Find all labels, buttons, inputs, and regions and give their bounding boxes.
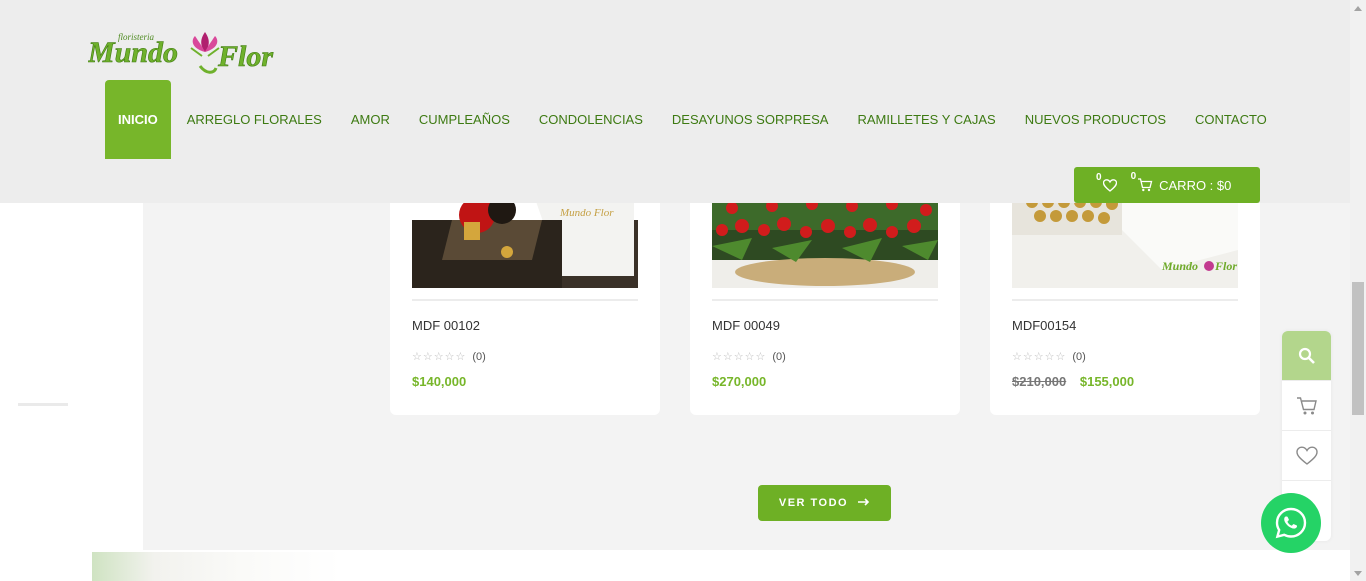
floating-wishlist-button[interactable]	[1282, 430, 1331, 480]
nav-amor[interactable]: AMOR	[338, 80, 403, 159]
product-price: $140,000	[412, 374, 466, 389]
divider	[1012, 299, 1238, 301]
product-rating: ☆☆☆☆☆ (0)	[1012, 350, 1086, 364]
whatsapp-button[interactable]	[1261, 493, 1321, 553]
cart-count: 0	[1130, 170, 1137, 182]
nav-desayunos-sorpresa[interactable]: DESAYUNOS SORPRESA	[659, 80, 842, 159]
divider	[18, 403, 68, 406]
cart-bar: 0 0 CARRO : $0	[1074, 167, 1260, 203]
cart-icon	[1138, 177, 1153, 191]
old-price: $210,000	[1012, 374, 1067, 389]
review-count: (0)	[472, 350, 486, 363]
product-title[interactable]: MDF 00102	[412, 318, 480, 333]
svg-text:Mundo: Mundo	[1161, 259, 1198, 273]
main-nav: INICIO ARREGLO FLORALES AMOR CUMPLEAÑOS …	[105, 80, 1283, 159]
nav-condolencias[interactable]: CONDOLENCIAS	[526, 80, 656, 159]
heart-icon	[1295, 445, 1318, 465]
cart-icon	[1296, 396, 1317, 414]
wishlist-link[interactable]: 0	[1096, 172, 1117, 192]
page: Mundo Flor MDF 00102 ☆☆☆☆☆ (0) $140,000	[0, 0, 1350, 581]
current-price: $270,000	[712, 374, 767, 389]
review-count: (0)	[1072, 350, 1086, 363]
nav-ramilletes-y-cajas[interactable]: RAMILLETES Y CAJAS	[844, 80, 1008, 159]
view-all-label: VER TODO	[778, 497, 849, 509]
scrollbar[interactable]	[1350, 0, 1366, 581]
svg-text:Flor: Flor	[1214, 259, 1237, 273]
whatsapp-icon	[1275, 507, 1307, 539]
product-image[interactable]	[712, 190, 938, 288]
divider	[412, 299, 638, 301]
product-price: $210,000 $155,000	[1012, 374, 1134, 389]
nav-inicio[interactable]: INICIO	[105, 80, 171, 159]
product-price: $270,000	[712, 374, 766, 389]
rating-stars-icon: ☆☆☆☆☆	[1012, 351, 1067, 363]
product-rating: ☆☆☆☆☆ (0)	[412, 350, 486, 364]
wishlist-count: 0	[1096, 171, 1102, 183]
product-image[interactable]: Mundo Flor	[412, 190, 638, 288]
nav-arreglo-florales[interactable]: ARREGLO FLORALES	[174, 80, 335, 159]
logo-brand-2: Flor	[217, 40, 273, 73]
logo-brand: Mundo	[88, 36, 178, 69]
svg-text:Mundo Flor: Mundo Flor	[559, 207, 614, 219]
review-count: (0)	[772, 350, 786, 363]
rating-stars-icon: ☆☆☆☆☆	[412, 351, 467, 363]
nav-nuevos-productos[interactable]: NUEVOS PRODUCTOS	[1012, 80, 1179, 159]
nav-contacto[interactable]: CONTACTO	[1182, 80, 1280, 159]
product-title[interactable]: MDF00154	[1012, 318, 1076, 333]
view-all-button[interactable]: VER TODO	[758, 485, 891, 521]
heart-icon	[1102, 178, 1117, 192]
divider	[712, 299, 938, 301]
rating-stars-icon: ☆☆☆☆☆	[712, 351, 767, 363]
scroll-up-arrow-icon[interactable]	[1350, 1, 1366, 15]
banner-image	[92, 552, 342, 581]
product-rating: ☆☆☆☆☆ (0)	[712, 350, 786, 364]
product-image[interactable]: Mundo Flor	[1012, 190, 1238, 288]
scrollbar-thumb[interactable]	[1352, 282, 1364, 415]
nav-cumpleanos[interactable]: CUMPLEAÑOS	[406, 80, 523, 159]
search-icon	[1298, 347, 1315, 364]
scroll-down-arrow-icon[interactable]	[1350, 566, 1366, 580]
logo[interactable]: floristeria Mundo Flor	[87, 22, 293, 82]
current-price: $155,000	[1079, 374, 1135, 389]
cart-link[interactable]: 0 CARRO : $0	[1131, 171, 1232, 193]
arrow-right-icon	[858, 497, 870, 509]
floating-search-button[interactable]	[1282, 331, 1331, 380]
product-title[interactable]: MDF 00049	[712, 318, 780, 333]
cart-total: CARRO : $0	[1159, 177, 1232, 193]
floating-cart-button[interactable]	[1282, 380, 1331, 430]
current-price: $140,000	[412, 374, 467, 389]
site-header: floristeria Mundo Flor INICIO ARREGLO FL…	[0, 0, 1350, 203]
